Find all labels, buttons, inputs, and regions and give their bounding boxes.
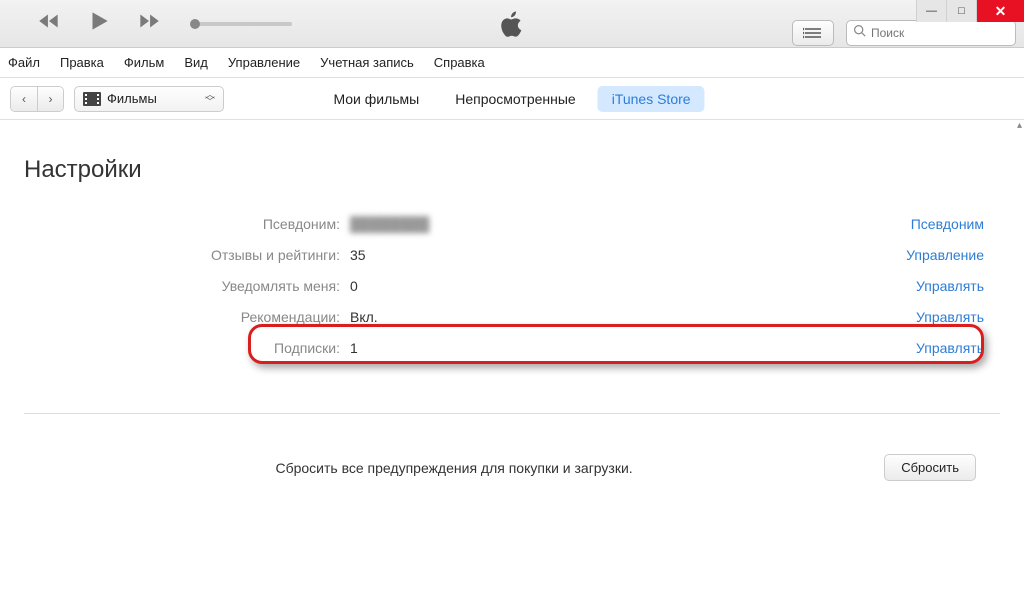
forward-button[interactable]: › bbox=[37, 87, 63, 111]
row-value: Вкл. bbox=[350, 309, 880, 325]
back-button[interactable]: ‹ bbox=[11, 87, 37, 111]
row-notify: Уведомлять меня: 0 Управлять bbox=[24, 270, 1000, 301]
scroll-indicator[interactable]: ▴ bbox=[1017, 120, 1022, 131]
close-button[interactable]: ✕ bbox=[976, 0, 1024, 22]
play-icon[interactable] bbox=[86, 8, 112, 39]
next-icon[interactable] bbox=[136, 8, 162, 39]
divider bbox=[24, 413, 1000, 414]
row-subscriptions: Подписки: 1 Управлять bbox=[24, 332, 1000, 363]
action-manage[interactable]: Управлять bbox=[880, 309, 1000, 325]
progress-area bbox=[162, 22, 792, 26]
minimize-button[interactable]: — bbox=[916, 0, 946, 22]
tab-unwatched[interactable]: Непросмотренные bbox=[441, 86, 589, 112]
row-value: ████████ bbox=[350, 216, 880, 232]
row-label: Подписки: bbox=[24, 340, 350, 356]
menu-view[interactable]: Вид bbox=[184, 55, 208, 70]
row-recommendations: Рекомендации: Вкл. Управлять bbox=[24, 301, 1000, 332]
action-nickname[interactable]: Псевдоним bbox=[880, 216, 1000, 232]
row-label: Псевдоним: bbox=[24, 216, 350, 232]
row-reviews: Отзывы и рейтинги: 35 Управление bbox=[24, 239, 1000, 270]
list-view-button[interactable] bbox=[792, 20, 834, 46]
menubar: Файл Правка Фильм Вид Управление Учетная… bbox=[0, 48, 1024, 78]
search-box[interactable] bbox=[846, 20, 1016, 46]
nav-tabs: Мои фильмы Непросмотренные iTunes Store bbox=[319, 86, 704, 112]
content-area: ▴ Настройки Псевдоним: ████████ Псевдони… bbox=[0, 120, 1024, 481]
window-controls: — □ ✕ bbox=[916, 0, 1024, 22]
previous-icon[interactable] bbox=[36, 8, 62, 39]
tab-my-movies[interactable]: Мои фильмы bbox=[319, 86, 433, 112]
menu-file[interactable]: Файл bbox=[8, 55, 40, 70]
film-icon bbox=[83, 92, 101, 106]
reset-description: Сбросить все предупреждения для покупки … bbox=[24, 460, 884, 476]
media-type-selector[interactable]: Фильмы ︿﹀ bbox=[74, 86, 224, 112]
maximize-button[interactable]: □ bbox=[946, 0, 976, 22]
chevron-updown-icon: ︿﹀ bbox=[205, 92, 215, 106]
right-controls bbox=[792, 20, 1024, 46]
row-label: Отзывы и рейтинги: bbox=[24, 247, 350, 263]
search-input[interactable] bbox=[871, 26, 1009, 40]
nav-arrows: ‹ › bbox=[10, 86, 64, 112]
row-value: 0 bbox=[350, 278, 880, 294]
menu-account[interactable]: Учетная запись bbox=[320, 55, 414, 70]
media-type-label: Фильмы bbox=[107, 91, 157, 106]
row-label: Рекомендации: bbox=[24, 309, 350, 325]
row-nickname: Псевдоним: ████████ Псевдоним bbox=[24, 208, 1000, 239]
menu-controls[interactable]: Управление bbox=[228, 55, 300, 70]
menu-edit[interactable]: Правка bbox=[60, 55, 104, 70]
menu-help[interactable]: Справка bbox=[434, 55, 485, 70]
menu-movie[interactable]: Фильм bbox=[124, 55, 164, 70]
action-manage[interactable]: Управление bbox=[880, 247, 1000, 263]
row-label: Уведомлять меня: bbox=[24, 278, 350, 294]
page-title: Настройки bbox=[24, 156, 1000, 184]
action-manage[interactable]: Управлять bbox=[880, 278, 1000, 294]
row-value: 1 bbox=[350, 340, 880, 356]
volume-slider[interactable] bbox=[192, 22, 292, 26]
row-value: 35 bbox=[350, 247, 880, 263]
search-icon bbox=[853, 24, 866, 42]
apple-logo-icon bbox=[496, 8, 528, 40]
navbar: ‹ › Фильмы ︿﹀ Мои фильмы Непросмотренные… bbox=[0, 78, 1024, 120]
reset-area: Сбросить все предупреждения для покупки … bbox=[24, 454, 1000, 481]
tab-itunes-store[interactable]: iTunes Store bbox=[598, 86, 705, 112]
playback-controls bbox=[0, 8, 162, 39]
reset-button[interactable]: Сбросить bbox=[884, 454, 976, 481]
titlebar: — □ ✕ bbox=[0, 0, 1024, 48]
action-manage-subscriptions[interactable]: Управлять bbox=[880, 340, 1000, 356]
